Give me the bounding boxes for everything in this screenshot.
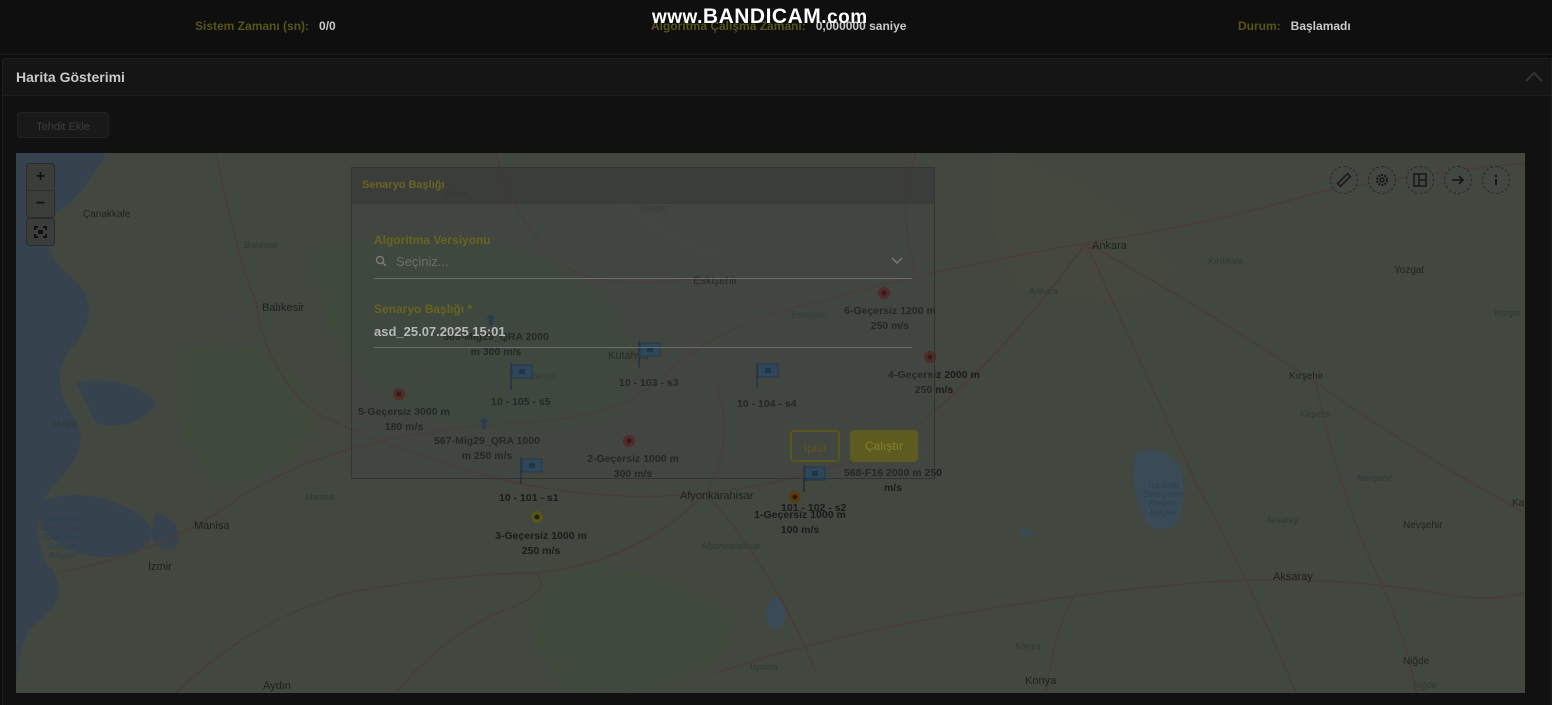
city-mugla: Muğla	[52, 419, 77, 429]
info-icon	[1494, 174, 1498, 185]
state: Durum: Başlamadı	[1238, 19, 1351, 33]
city-nevsehir-region: Nevşehir	[1357, 473, 1393, 483]
city-afyonkarahisar-region: Afyonkarahisar	[701, 541, 762, 551]
search-icon	[375, 255, 387, 267]
unit-label: 10 - 101 - s1	[499, 492, 559, 504]
city-izmir: İzmir	[148, 561, 172, 573]
layout-icon	[1413, 173, 1427, 187]
zoom-control: + −	[26, 163, 55, 218]
next-button[interactable]	[1444, 166, 1472, 194]
city-nigde-region: Niğde	[1413, 680, 1437, 690]
unit-label: 1-Geçersiz 1000 m 100 m/s	[754, 509, 846, 536]
panel-title: Harita Gösterimi	[16, 69, 125, 85]
city-kirsehir: Kırşehir	[1289, 371, 1324, 382]
input-underline	[374, 347, 912, 348]
arrow-right-icon	[1452, 175, 1465, 185]
city-manisa: Manisa	[194, 520, 230, 532]
city-isparta: Isparta	[750, 662, 778, 672]
city-aydin: Aydın	[263, 680, 291, 692]
settings-button[interactable]	[1368, 166, 1396, 194]
zoom-in-button[interactable]: +	[27, 164, 54, 191]
status-bar: Sistem Zamanı (sn): 0/0 Algoritma Çalışma…	[0, 0, 1552, 55]
city-yozgat: Yozgat	[1394, 265, 1425, 276]
system-time: Sistem Zamanı (sn): 0/0	[195, 19, 336, 33]
zoom-out-button[interactable]: −	[27, 191, 54, 217]
fit-extent-button[interactable]	[26, 218, 55, 246]
city-balikesir-region: Balıkesir	[244, 240, 279, 250]
chevron-up-icon[interactable]	[1523, 67, 1545, 87]
ruler-button[interactable]	[1330, 166, 1358, 194]
chevron-down-icon[interactable]	[891, 257, 903, 265]
city-konya-region: Konya	[1015, 641, 1041, 651]
algorithm-version-label: Algoritma Versiyonu	[374, 233, 491, 247]
select-underline	[374, 278, 912, 279]
layout-button[interactable]	[1406, 166, 1434, 194]
fullscreen-icon	[34, 226, 47, 238]
city-yozgat-region: Yozgat	[1493, 308, 1521, 318]
city-nevsehir: Nevşehir	[1403, 520, 1443, 531]
city-aksaray-region: Aksaray	[1266, 515, 1299, 525]
city-canakkale: Çanakkale	[83, 209, 131, 220]
city-balikesir: Balıkesir	[262, 302, 305, 314]
city-konya: Konya	[1025, 675, 1057, 687]
scenario-title-label: Senaryo Başlığı *	[374, 302, 473, 316]
info-button[interactable]	[1482, 166, 1510, 194]
city-aksaray: Aksaray	[1273, 571, 1313, 583]
city-afyonkarahisar: Afyonkarahisar	[680, 490, 754, 502]
city-nigde: Niğde	[1403, 656, 1430, 667]
city-ankara: Ankara	[1092, 240, 1127, 252]
dialog-header: Senaryo Başlığı	[352, 168, 934, 204]
city-manisa-region: Manisa	[305, 492, 335, 502]
city-kirikkale: Kırıkkale	[1208, 256, 1244, 266]
threat-icon[interactable]	[530, 510, 544, 524]
city-kirsehir-region: Kırşehir	[1300, 409, 1332, 419]
gear-icon	[1376, 174, 1388, 186]
lake-label-karaburun: Karaburun İzmir Körfezi Özel Çevre Korum…	[39, 515, 85, 560]
dialog-title: Senaryo Başlığı	[362, 179, 445, 191]
run-button[interactable]: Çalıştır	[850, 430, 918, 462]
scenario-title-input[interactable]: asd_25.07.2025 15:01	[374, 324, 506, 339]
lake-label-tuz: Tuz Gölü Özel Çevre Koruma Bölgesi	[1142, 481, 1183, 517]
ruler-icon	[1336, 172, 1352, 188]
city-ankara-region: Ankara	[1029, 286, 1058, 296]
panel-header[interactable]: Harita Gösterimi	[3, 59, 1551, 96]
recorder-watermark: www.BANDICAM.com	[652, 5, 868, 28]
city-kayseri: Kayseri	[1512, 498, 1525, 509]
add-threat-button[interactable]: Tehdit Ekle	[17, 112, 109, 138]
scenario-dialog: Senaryo Başlığı Algoritma Versiyonu Seçi…	[351, 167, 935, 479]
cancel-button[interactable]: İptal	[790, 430, 840, 462]
algorithm-version-select[interactable]: Seçiniz...	[396, 254, 449, 269]
unit-label: 3-Geçersiz 1000 m 250 m/s	[495, 530, 587, 557]
